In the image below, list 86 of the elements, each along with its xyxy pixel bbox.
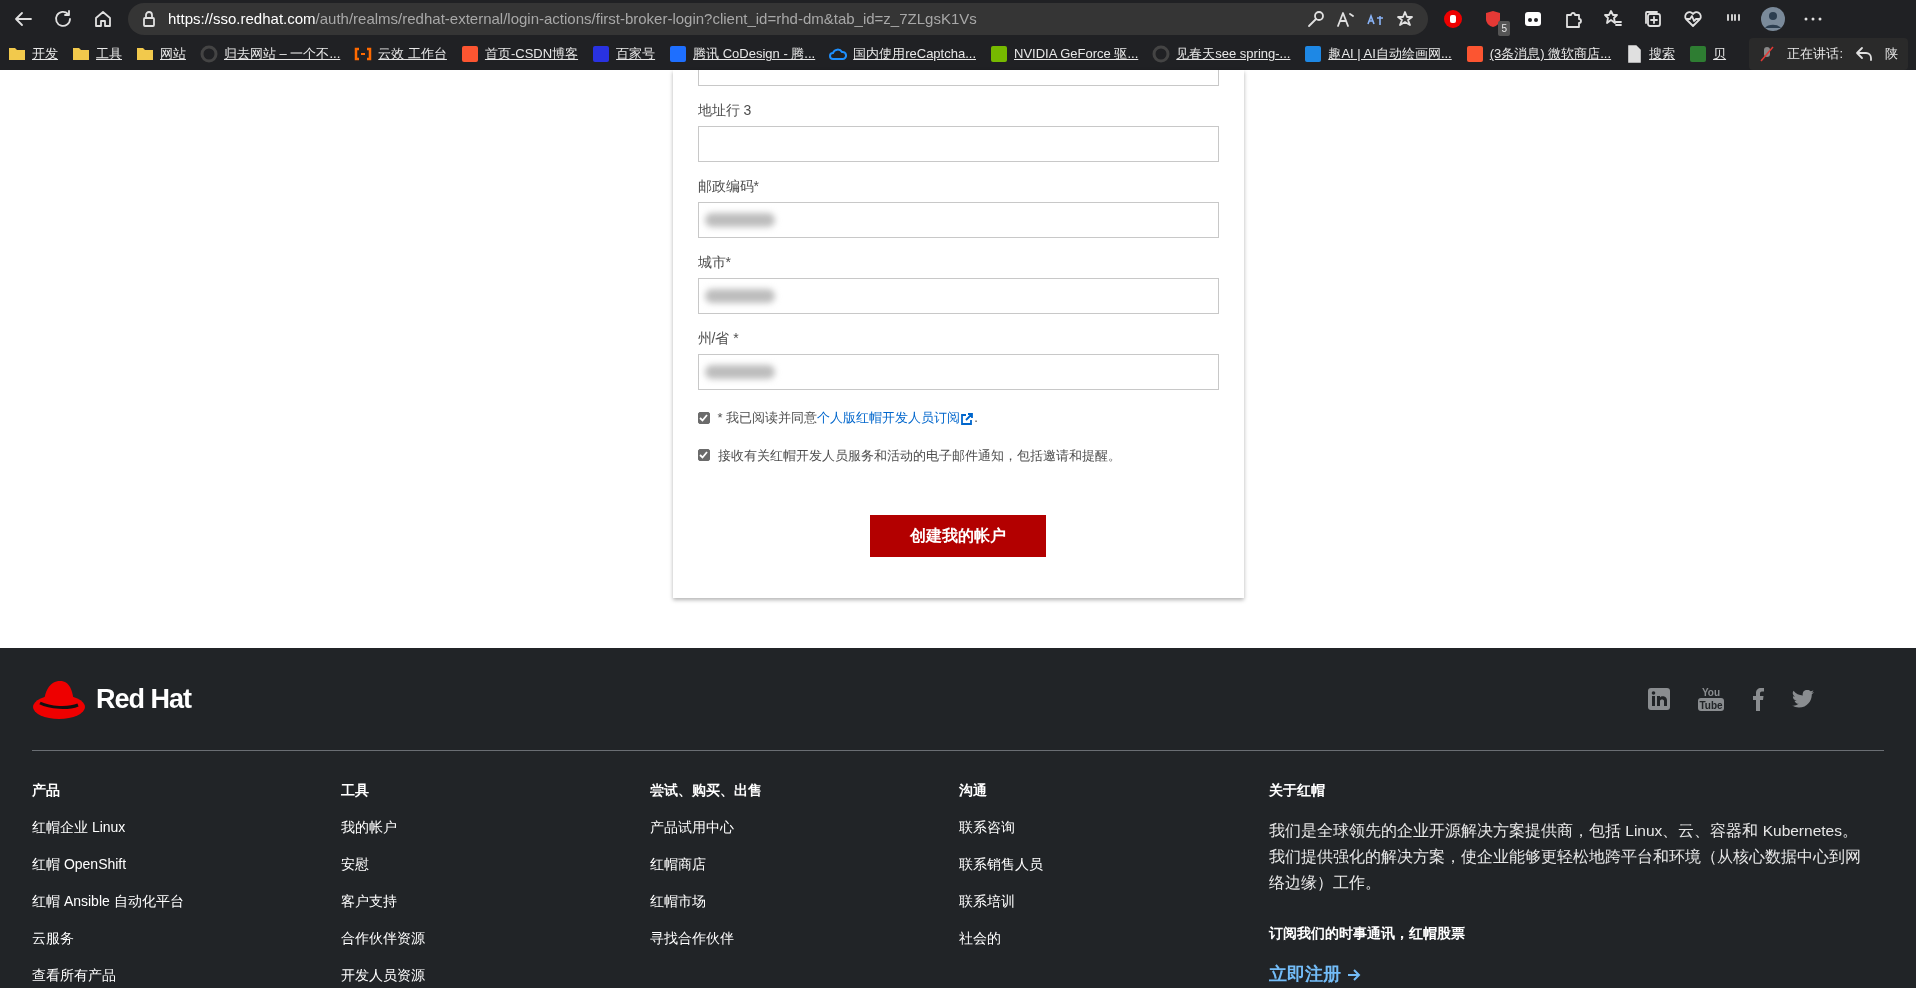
- input-field[interactable]: [697, 126, 1219, 162]
- checkbox-label: 接收有关红帽开发人员服务和活动的电子邮件通知，包括邀请和提醒。: [717, 446, 1121, 465]
- url-path: /auth/realms/redhat-external/login-actions/first-broker-login?client_id=rhd-dm&tab_id=z_7ZLgsK1Vs: [315, 8, 977, 29]
- column-heading: 尝试、购买、出售: [650, 781, 763, 800]
- footer-link[interactable]: 联系销售人员: [959, 855, 1269, 874]
- checkbox[interactable]: [697, 449, 710, 462]
- bookmark[interactable]: 趣AI | AI自动绘画网...: [1304, 44, 1452, 64]
- footer-link[interactable]: 联系培训: [959, 892, 1269, 911]
- url-host: https://sso.redhat.com: [168, 8, 316, 29]
- bookmark[interactable]: 搜索: [1625, 44, 1676, 64]
- field-label: 邮政编码*: [697, 177, 760, 196]
- extension-badge: 5: [1498, 21, 1510, 36]
- field-label: 地址行 3: [697, 101, 753, 120]
- input-field[interactable]: [697, 278, 1219, 314]
- bookmark[interactable]: 腾讯 CoDesign - 腾...: [669, 44, 816, 64]
- undo-icon[interactable]: [1855, 46, 1873, 62]
- bookmark[interactable]: 开发: [8, 44, 58, 64]
- about-text: 我们是全球领先的企业开源解决方案提供商，包括 Linux、云、容器和 Kubernetes。我们提供强化的解决方案，使企业能够更轻松地跨平台和环境（从核心数据中心到网络边缘）工作。: [1269, 821, 1862, 893]
- linkedin-icon[interactable]: [1648, 688, 1670, 710]
- footer-link[interactable]: 社会的: [959, 929, 1269, 948]
- signup-link[interactable]: 立即注册: [1269, 961, 1361, 988]
- mask-icon[interactable]: [1523, 9, 1543, 29]
- arrow-right-icon: [1347, 967, 1361, 982]
- home-icon[interactable]: [93, 9, 113, 29]
- column-heading: 产品: [32, 781, 61, 800]
- bookmark[interactable]: 贝: [1689, 44, 1727, 64]
- collections-icon[interactable]: [1643, 9, 1663, 29]
- footer-link[interactable]: 安慰: [341, 855, 650, 874]
- mic-muted-icon[interactable]: [1759, 45, 1776, 63]
- footer-link[interactable]: 查看所有产品: [32, 966, 341, 985]
- bookmark[interactable]: NVIDIA GeForce 驱...: [990, 44, 1139, 64]
- speaking-label: 正在讲话:: [1787, 45, 1843, 64]
- bookmark[interactable]: 云效 工作台: [354, 44, 447, 64]
- bookmark-label: 陕: [1885, 45, 1898, 64]
- input-field[interactable]: [697, 354, 1219, 390]
- footer-link[interactable]: 开发人员资源: [341, 966, 650, 985]
- bookmark[interactable]: 归去网站 – 一个不...: [200, 44, 341, 64]
- column-heading: 关于红帽: [1269, 781, 1326, 800]
- input-field[interactable]: [697, 70, 1219, 86]
- favorite-add-icon[interactable]: [1396, 10, 1414, 28]
- checkbox-label: * 我已阅读并同意个人版红帽开发人员订阅 .: [717, 409, 978, 427]
- bookmark[interactable]: 国内使用reCaptcha...: [829, 44, 976, 64]
- newsletter-heading: 订阅我们的时事通讯，红帽股票: [1269, 924, 1466, 943]
- footer-link[interactable]: 合作伙伴资源: [341, 929, 650, 948]
- field-label: 城市*: [697, 253, 732, 272]
- footer-link[interactable]: 寻找合作伙伴: [650, 929, 959, 948]
- checkbox[interactable]: [697, 411, 710, 424]
- terms-link[interactable]: 个人版红帽开发人员订阅: [817, 410, 975, 425]
- puzzle-icon[interactable]: [1563, 9, 1583, 29]
- field-label: 州/省 *: [697, 329, 740, 348]
- twitter-icon[interactable]: [1792, 690, 1814, 708]
- footer-link[interactable]: 红帽 Ansible 自动化平台: [32, 892, 341, 911]
- logo-text: Red Hat: [96, 682, 191, 716]
- column-heading: 沟通: [959, 781, 988, 800]
- footer-link[interactable]: 红帽市场: [650, 892, 959, 911]
- avatar-icon[interactable]: [1761, 7, 1785, 31]
- footer-link[interactable]: 云服务: [32, 929, 341, 948]
- footer-link[interactable]: 红帽商店: [650, 855, 959, 874]
- key-icon[interactable]: [1306, 10, 1324, 28]
- back-icon[interactable]: [13, 9, 33, 29]
- health-icon[interactable]: [1683, 9, 1703, 29]
- favorites-icon[interactable]: [1603, 9, 1623, 29]
- footer-link[interactable]: 客户支持: [341, 892, 650, 911]
- reload-icon[interactable]: [53, 9, 73, 29]
- footer-link[interactable]: 联系咨询: [959, 818, 1269, 837]
- input-field[interactable]: [697, 202, 1219, 238]
- bookmark[interactable]: (3条消息) 微软商店...: [1465, 44, 1612, 64]
- lock-icon: [142, 11, 156, 27]
- external-link-icon: [960, 412, 975, 425]
- bookmark[interactable]: 见春天see spring-...: [1152, 44, 1291, 64]
- bookmark[interactable]: 网站: [136, 44, 186, 64]
- create-account-button[interactable]: 创建我的帐户: [870, 515, 1046, 557]
- facebook-icon[interactable]: [1752, 687, 1764, 711]
- bookmark[interactable]: 工具: [72, 44, 122, 64]
- footer-link[interactable]: 我的帐户: [341, 818, 650, 837]
- footer-link[interactable]: 产品试用中心: [650, 818, 959, 837]
- bookmark[interactable]: 百家号: [592, 44, 656, 64]
- more-icon[interactable]: [1804, 17, 1822, 21]
- footer-link[interactable]: 红帽 OpenShift: [32, 855, 341, 874]
- column-heading: 工具: [341, 781, 370, 800]
- address-bar[interactable]: https://sso.redhat.com/auth/realms/redhat-external/login-actions/first-broker-login?client_id=rhd-dm&tab_id=z_7ZLgsK1Vs: [128, 3, 1428, 35]
- footer-link[interactable]: 红帽企业 Linux: [32, 818, 341, 837]
- extension-icon[interactable]: [1483, 9, 1503, 29]
- read-aloud-icon[interactable]: [1336, 10, 1354, 28]
- shield-icon[interactable]: [1443, 9, 1463, 29]
- bookmark[interactable]: 首页-CSDN博客: [460, 44, 579, 64]
